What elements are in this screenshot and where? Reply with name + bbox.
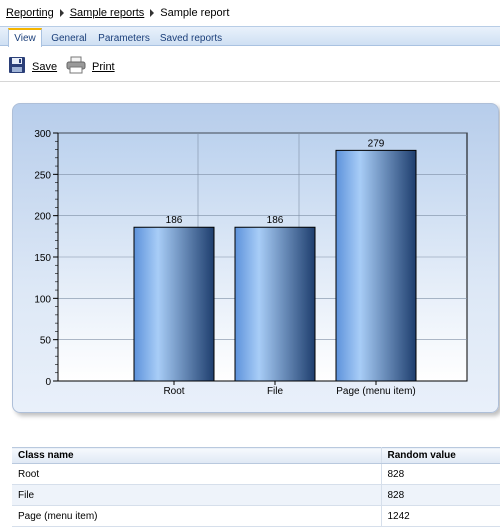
bar-value-label: 186 [267,215,284,226]
table-cell: File [12,484,382,506]
save-label: Save [32,60,58,73]
table-header-row: Class name Random value [12,447,500,464]
tab-bar: View General Parameters Saved reports [0,26,500,47]
bar-chart: 0 50 100 150 200 250 300 186 Root 186 File 279 Page … [34,129,468,397]
table-cell: 828 [381,484,500,506]
data-table: Class name Random value Root 828 File 82… [12,447,500,527]
tab-general[interactable]: General [48,29,90,47]
tab-parameters[interactable]: Parameters [96,29,152,47]
bar [234,226,316,382]
breadcrumb-current: Sample report [160,6,230,19]
bar [133,226,215,382]
breadcrumb: Reporting Sample reports Sample report [0,0,500,22]
breadcrumb-separator-icon [150,8,155,17]
y-tick-label: 100 [34,294,51,305]
x-tick-label: File [267,386,284,397]
y-tick-label: 200 [34,212,51,223]
breadcrumb-separator-icon [59,8,64,17]
table-cell: 828 [381,463,500,485]
y-tick-label: 250 [34,170,51,181]
chart-panel: 0 50 100 150 200 250 300 186 Root 186 File 279 Page … [12,103,499,413]
tab-view[interactable]: View [8,28,42,47]
y-tick-label: 0 [45,377,51,388]
bar-value-label: 279 [368,138,385,149]
table-cell: Root [12,463,382,485]
toolbar: Save Print [0,48,500,82]
column-header-random-value[interactable]: Random value [381,447,500,464]
tab-saved-reports[interactable]: Saved reports [158,29,224,47]
table-row[interactable]: Page (menu item) 1242 [12,505,500,527]
x-tick-label: Root [163,386,184,397]
table-cell: Page (menu item) [12,505,382,527]
floppy-disk-icon [8,56,26,77]
y-tick-label: 300 [34,129,51,140]
table-row[interactable]: Root 828 [12,463,500,485]
y-tick-label: 150 [34,253,51,264]
print-button[interactable]: Print [66,56,115,77]
y-tick-label: 50 [40,336,52,347]
table-cell: 1242 [381,505,500,527]
table-row[interactable]: File 828 [12,484,500,506]
bar [335,149,417,382]
printer-icon [66,56,86,77]
save-button[interactable]: Save [8,56,57,77]
x-tick-label: Page (menu item) [336,386,415,397]
print-label: Print [92,60,115,73]
breadcrumb-reporting[interactable]: Reporting [6,7,54,19]
bar-value-label: 186 [166,215,183,226]
breadcrumb-sample-reports[interactable]: Sample reports [70,7,145,19]
column-header-class-name[interactable]: Class name [12,447,382,464]
